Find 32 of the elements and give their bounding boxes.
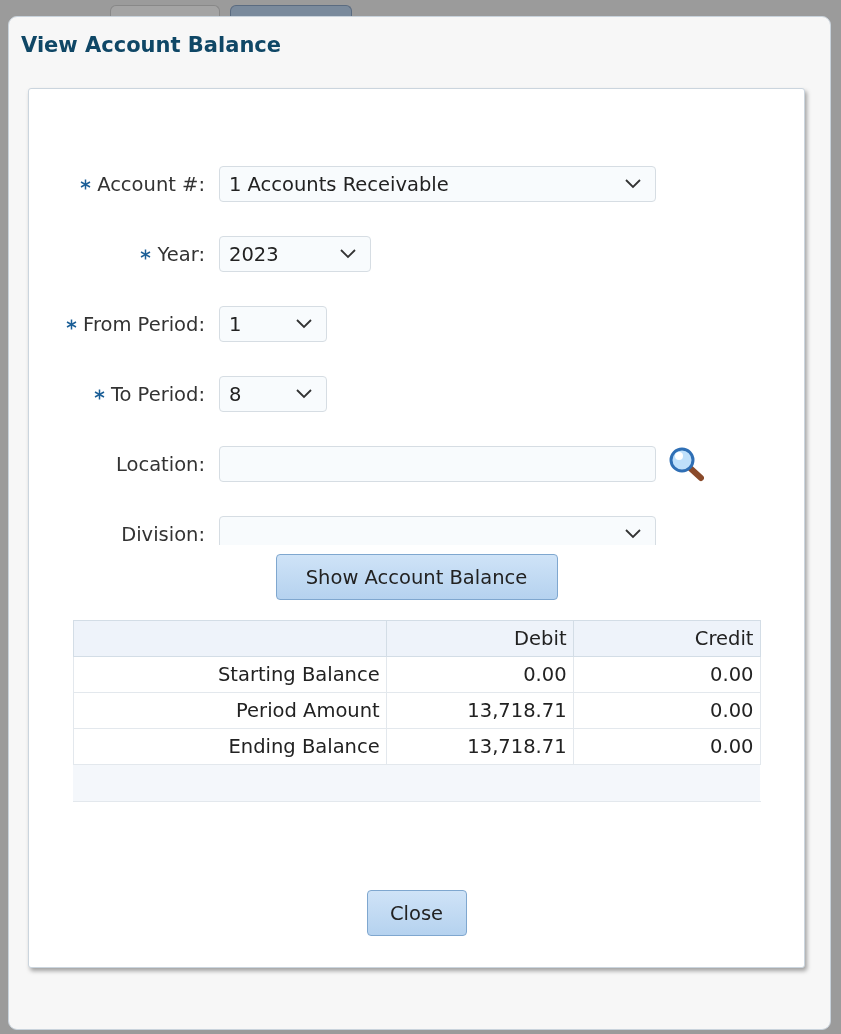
- table-cell: Period Amount: [73, 692, 387, 729]
- field-label: Location:: [115, 452, 205, 476]
- table-cell: 13,718.71: [386, 728, 574, 765]
- chevron-down-icon: [340, 249, 356, 259]
- search-icon[interactable]: [668, 446, 704, 482]
- dialog-title: View Account Balance: [20, 32, 282, 59]
- dropdown-field[interactable]: 1: [219, 306, 327, 342]
- dropdown-field[interactable]: [219, 516, 656, 545]
- chevron-down-icon: [296, 389, 312, 399]
- dropdown-field[interactable]: 2023: [219, 236, 371, 272]
- table-cell: 0.00: [573, 656, 760, 693]
- chevron-down-icon: [296, 319, 312, 329]
- field-label: To Period:: [110, 382, 205, 406]
- table-cell: 0.00: [573, 692, 760, 729]
- table-cell: 0.00: [386, 656, 574, 693]
- chevron-down-icon: [625, 179, 641, 189]
- field-label: From Period:: [83, 312, 205, 336]
- table-cell: 0.00: [573, 728, 760, 765]
- field-label: Account #:: [97, 172, 205, 196]
- table-cell: 13,718.71: [386, 692, 574, 729]
- column-header: Debit: [386, 620, 574, 657]
- chevron-down-icon: [625, 529, 641, 539]
- table-cell: Starting Balance: [73, 656, 387, 693]
- field-label: Year:: [157, 242, 205, 266]
- table-cell: Ending Balance: [73, 728, 387, 765]
- field-label: Division:: [121, 522, 205, 545]
- dropdown-field[interactable]: 1 Accounts Receivable: [219, 166, 656, 202]
- dropdown-field[interactable]: 8: [219, 376, 327, 412]
- input-field[interactable]: [219, 446, 656, 482]
- show-balance-button[interactable]: Show Account Balance: [275, 554, 558, 600]
- column-header: Credit: [573, 620, 760, 657]
- close-button[interactable]: Close: [366, 890, 467, 936]
